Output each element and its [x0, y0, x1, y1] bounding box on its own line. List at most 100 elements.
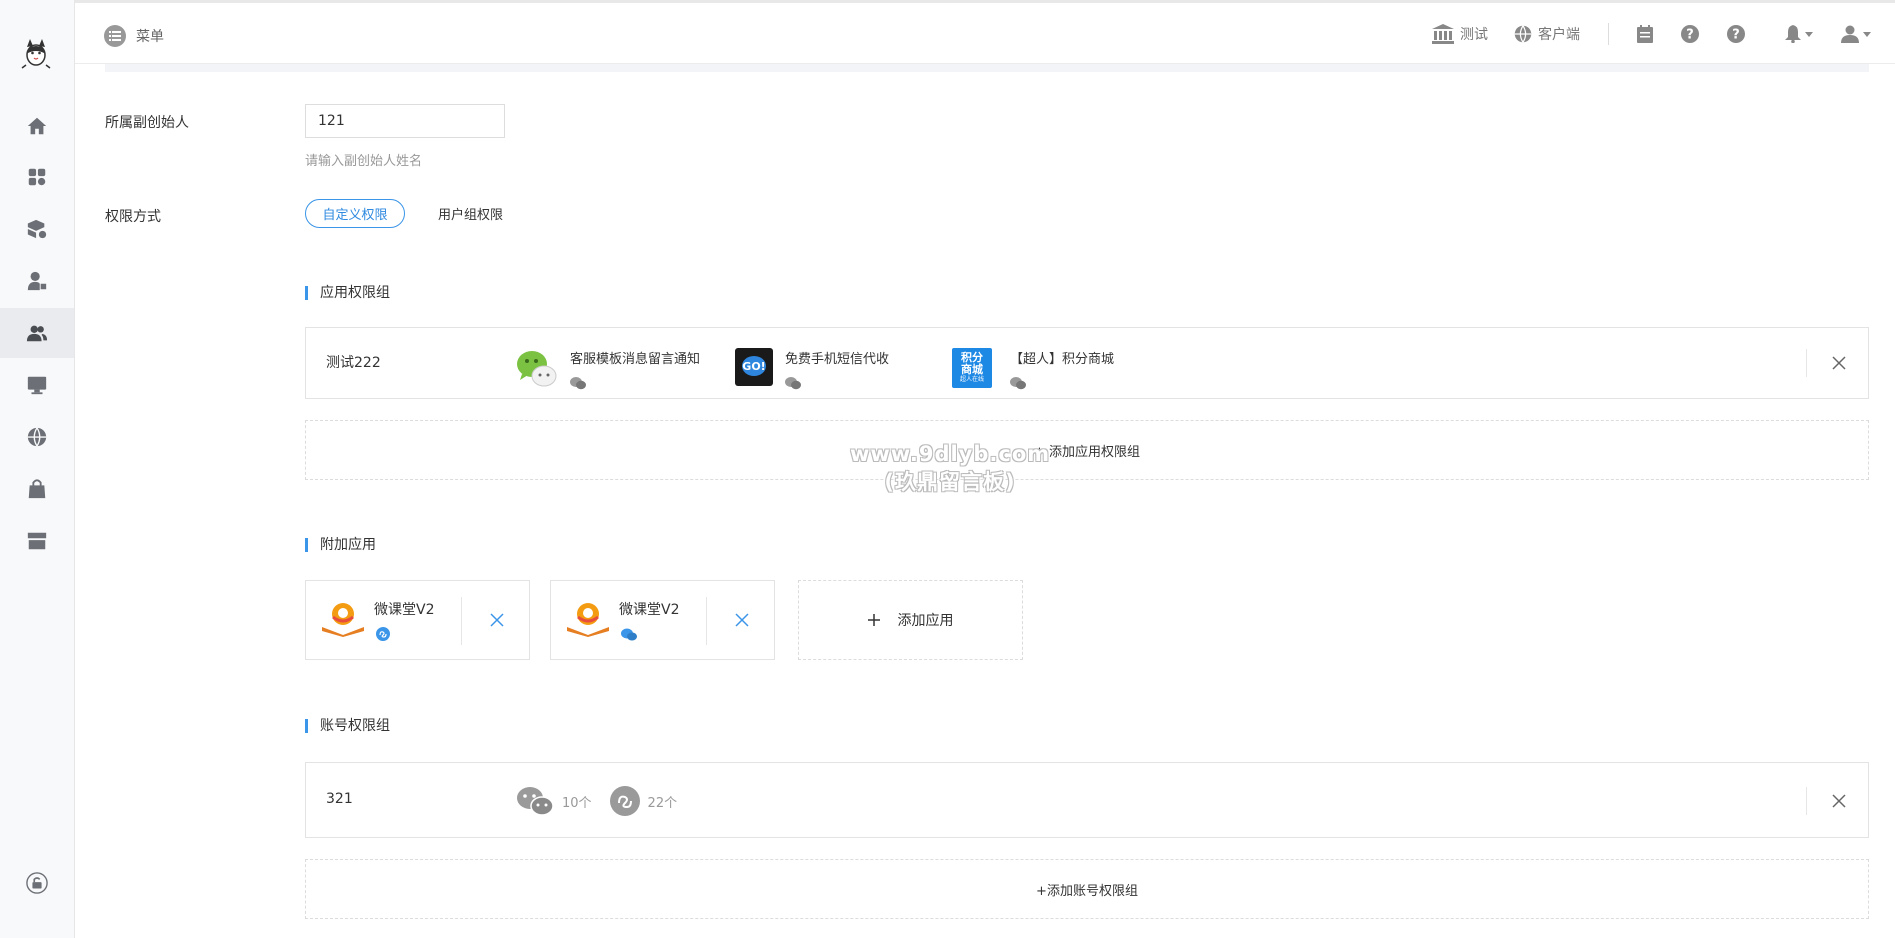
topbar: 菜单 测试 客户端 ? ?	[75, 0, 1895, 64]
bank-icon	[1432, 24, 1454, 44]
close-icon[interactable]	[734, 612, 750, 628]
globe-icon	[1514, 25, 1532, 43]
svg-text:GO!: GO!	[742, 360, 765, 373]
help-button[interactable]: ?	[1681, 25, 1699, 43]
calendar-button[interactable]	[1637, 25, 1653, 43]
help-button-2[interactable]: ?	[1727, 25, 1745, 43]
plus-icon	[867, 614, 880, 626]
chevron-down-icon	[1863, 31, 1871, 37]
permission-group-option[interactable]: 用户组权限	[438, 204, 503, 223]
watermark: www.9dlyb.com (玖鼎留言板)	[850, 440, 1050, 496]
wechat-icon	[785, 377, 801, 390]
permission-label: 权限方式	[105, 209, 161, 225]
svg-text:?: ?	[1732, 28, 1740, 43]
users-icon	[26, 325, 48, 342]
account-group-name: 321	[326, 791, 353, 807]
close-icon[interactable]	[489, 612, 505, 628]
link-client-label: 客户端	[1538, 27, 1580, 43]
sidebar-item-globe[interactable]	[0, 412, 74, 462]
sidebar-lock[interactable]	[0, 858, 74, 908]
sms-go-icon: GO!	[735, 348, 773, 386]
wechat-icon	[1010, 377, 1026, 390]
account-group-section-title: 账号权限组	[305, 719, 390, 733]
miniprogram-icon	[609, 786, 640, 816]
app-item: GO! 免费手机短信代收	[735, 348, 889, 394]
user-menu-button[interactable]	[1841, 25, 1871, 43]
menu-button[interactable]: 菜单	[104, 25, 164, 47]
add-extra-app-button[interactable]: 添加应用	[798, 580, 1023, 660]
points-mall-icon: 积分商城 超人在线	[952, 348, 992, 388]
sidebar-item-home[interactable]	[0, 101, 74, 151]
app-group-name: 测试222	[326, 355, 381, 371]
tab-strip	[105, 64, 1869, 72]
home-icon	[27, 117, 47, 135]
sidebar-item-apps[interactable]	[0, 152, 74, 202]
topbar-actions: 测试 客户端 ? ?	[1406, 23, 1871, 45]
help-icon: ?	[1681, 25, 1699, 43]
wechat-count: 10个	[562, 795, 592, 811]
link-test[interactable]: 测试	[1432, 24, 1488, 44]
account-group-panel: 321 10个 22个	[305, 762, 1869, 838]
bell-icon	[1785, 25, 1801, 43]
sidebar-item-modules[interactable]	[0, 204, 74, 254]
chevron-down-icon	[1805, 31, 1813, 37]
svg-text:?: ?	[1686, 28, 1694, 43]
app-name: 客服模板消息留言通知	[570, 352, 701, 367]
help-icon-2: ?	[1727, 25, 1745, 43]
extra-apps-section-title: 附加应用	[305, 538, 376, 552]
wechat-bubble-icon	[517, 351, 557, 387]
founder-help: 请输入副创始人姓名	[305, 154, 423, 169]
app-name: 免费手机短信代收	[785, 352, 890, 367]
add-account-group-button[interactable]: +添加账号权限组	[305, 859, 1869, 919]
menu-icon	[104, 25, 126, 47]
add-app-group-button[interactable]: + 添加应用权限组	[305, 420, 1869, 480]
link-test-label: 测试	[1460, 27, 1488, 43]
app-group-panel: 测试222 客服模板消息留言通知 GO! 免费手机短信代收 积分商城 超人在线 …	[305, 327, 1869, 399]
points-mall-icon-text: 积分商城	[961, 351, 983, 376]
add-account-group-label: +添加账号权限组	[1036, 883, 1138, 899]
points-mall-icon-sub: 超人在线	[959, 376, 984, 383]
sidebar-item-users[interactable]	[0, 308, 74, 358]
extra-app-name: 微课堂V2	[374, 602, 435, 618]
close-icon[interactable]	[1832, 794, 1846, 808]
close-icon[interactable]	[1832, 356, 1846, 370]
founder-input[interactable]: 121	[305, 104, 505, 138]
bag-icon	[28, 479, 46, 499]
extra-app-card: 微课堂V2	[550, 580, 775, 660]
add-extra-app-label: 添加应用	[897, 613, 954, 629]
app-item: 客服模板消息留言通知	[516, 348, 700, 394]
extra-app-card: 微课堂V2	[305, 580, 530, 660]
topbar-divider	[1608, 23, 1609, 45]
sidebar	[0, 0, 75, 938]
user-icon	[1841, 25, 1859, 43]
app-name: 【超人】积分商城	[1010, 352, 1115, 367]
course-app-icon	[322, 603, 364, 637]
monitor-icon	[27, 376, 47, 395]
wechat-icon	[621, 628, 637, 641]
app-group-section-title: 应用权限组	[305, 286, 390, 300]
notifications-button[interactable]	[1785, 25, 1813, 43]
permission-custom-option[interactable]: 自定义权限	[305, 199, 405, 228]
apps-icon	[28, 168, 46, 186]
menu-label: 菜单	[136, 29, 164, 45]
sidebar-item-user-lock[interactable]	[0, 256, 74, 306]
extra-app-name: 微课堂V2	[619, 602, 680, 618]
wechat-icon	[517, 787, 554, 816]
sidebar-item-bag[interactable]	[0, 464, 74, 514]
card-divider	[461, 597, 462, 645]
module-settings-icon	[27, 219, 47, 239]
sidebar-item-store[interactable]	[0, 516, 74, 566]
card-divider	[706, 597, 707, 645]
account-counts: 10个 22个	[516, 785, 677, 817]
logo[interactable]	[18, 35, 54, 71]
app-item: 积分商城 超人在线 【超人】积分商城	[952, 348, 1114, 394]
course-app-icon	[567, 603, 609, 637]
sidebar-item-monitor[interactable]	[0, 360, 74, 410]
founder-label: 所属副创始人	[105, 115, 189, 131]
lock-icon	[26, 872, 48, 894]
link-client[interactable]: 客户端	[1514, 24, 1580, 44]
user-lock-icon	[27, 271, 47, 291]
wechat-icon	[570, 377, 586, 390]
miniprogram-count: 22个	[647, 795, 678, 811]
watermark-line1: www.9dlyb.com	[850, 442, 1051, 466]
